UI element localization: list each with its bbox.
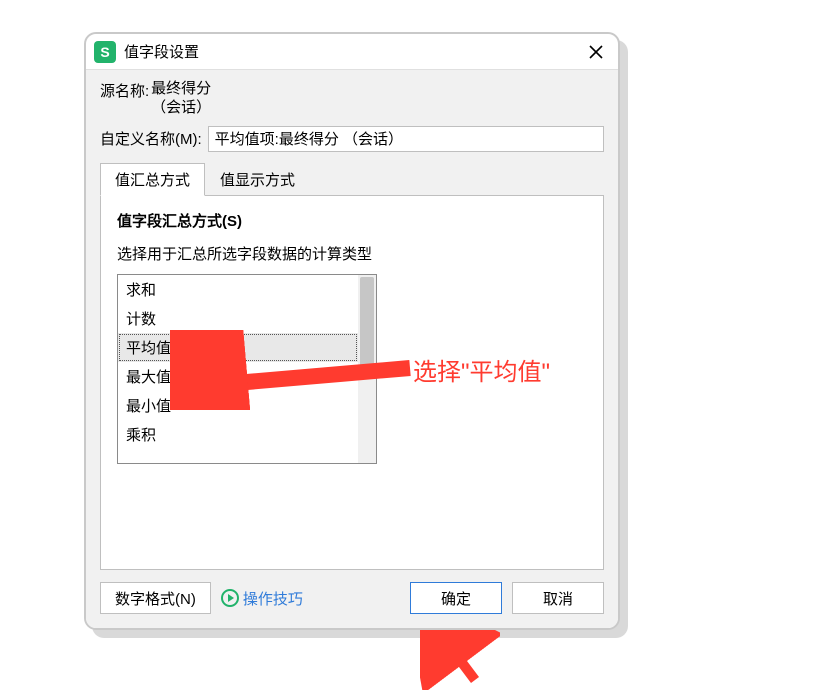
custom-name-label: 自定义名称(M): xyxy=(100,128,202,149)
panel-description: 选择用于汇总所选字段数据的计算类型 xyxy=(117,243,587,264)
custom-name-input[interactable] xyxy=(208,126,604,152)
value-field-settings-dialog: S 值字段设置 源名称: 最终得分 （会话） 自定义名称(M): 值汇总方式 值… xyxy=(84,32,620,630)
app-icon: S xyxy=(94,41,116,63)
source-value: 最终得分 （会话） xyxy=(151,80,211,118)
list-item[interactable]: 平均值 xyxy=(118,333,358,362)
calc-type-listbox[interactable]: 求和计数平均值最大值最小值乘积 xyxy=(118,275,358,463)
tab-strip: 值汇总方式 值显示方式 xyxy=(100,162,604,195)
source-label: 源名称: xyxy=(100,80,149,101)
summary-panel: 值字段汇总方式(S) 选择用于汇总所选字段数据的计算类型 求和计数平均值最大值最… xyxy=(100,195,604,571)
source-line1: 最终得分 xyxy=(151,80,211,97)
list-item[interactable]: 乘积 xyxy=(118,420,358,449)
ok-button[interactable]: 确定 xyxy=(410,582,502,614)
scrollbar-thumb[interactable] xyxy=(360,277,374,372)
source-line2: （会话） xyxy=(151,99,211,116)
dialog-body: 源名称: 最终得分 （会话） 自定义名称(M): 值汇总方式 值显示方式 值字段… xyxy=(86,70,618,570)
tips-link[interactable]: 操作技巧 xyxy=(221,588,303,609)
panel-title: 值字段汇总方式(S) xyxy=(117,210,587,231)
play-icon xyxy=(221,589,239,607)
list-item[interactable]: 计数 xyxy=(118,304,358,333)
source-row: 源名称: 最终得分 （会话） xyxy=(100,80,604,118)
titlebar: S 值字段设置 xyxy=(86,34,618,70)
dialog-footer: 数字格式(N) 操作技巧 确定 取消 xyxy=(86,570,618,628)
dialog-title: 值字段设置 xyxy=(124,41,582,62)
tab-summary[interactable]: 值汇总方式 xyxy=(100,163,205,196)
list-item[interactable]: 最小值 xyxy=(118,391,358,420)
calc-type-listbox-wrap: 求和计数平均值最大值最小值乘积 xyxy=(117,274,377,464)
close-icon xyxy=(589,45,603,59)
custom-name-row: 自定义名称(M): xyxy=(100,126,604,152)
list-item[interactable]: 求和 xyxy=(118,275,358,304)
cancel-button[interactable]: 取消 xyxy=(512,582,604,614)
tips-label: 操作技巧 xyxy=(243,588,303,609)
scrollbar-track[interactable] xyxy=(358,275,376,463)
close-button[interactable] xyxy=(582,38,610,66)
list-item[interactable]: 最大值 xyxy=(118,362,358,391)
tab-display[interactable]: 值显示方式 xyxy=(205,163,310,196)
arrow-to-ok xyxy=(420,630,500,690)
number-format-button[interactable]: 数字格式(N) xyxy=(100,582,211,614)
